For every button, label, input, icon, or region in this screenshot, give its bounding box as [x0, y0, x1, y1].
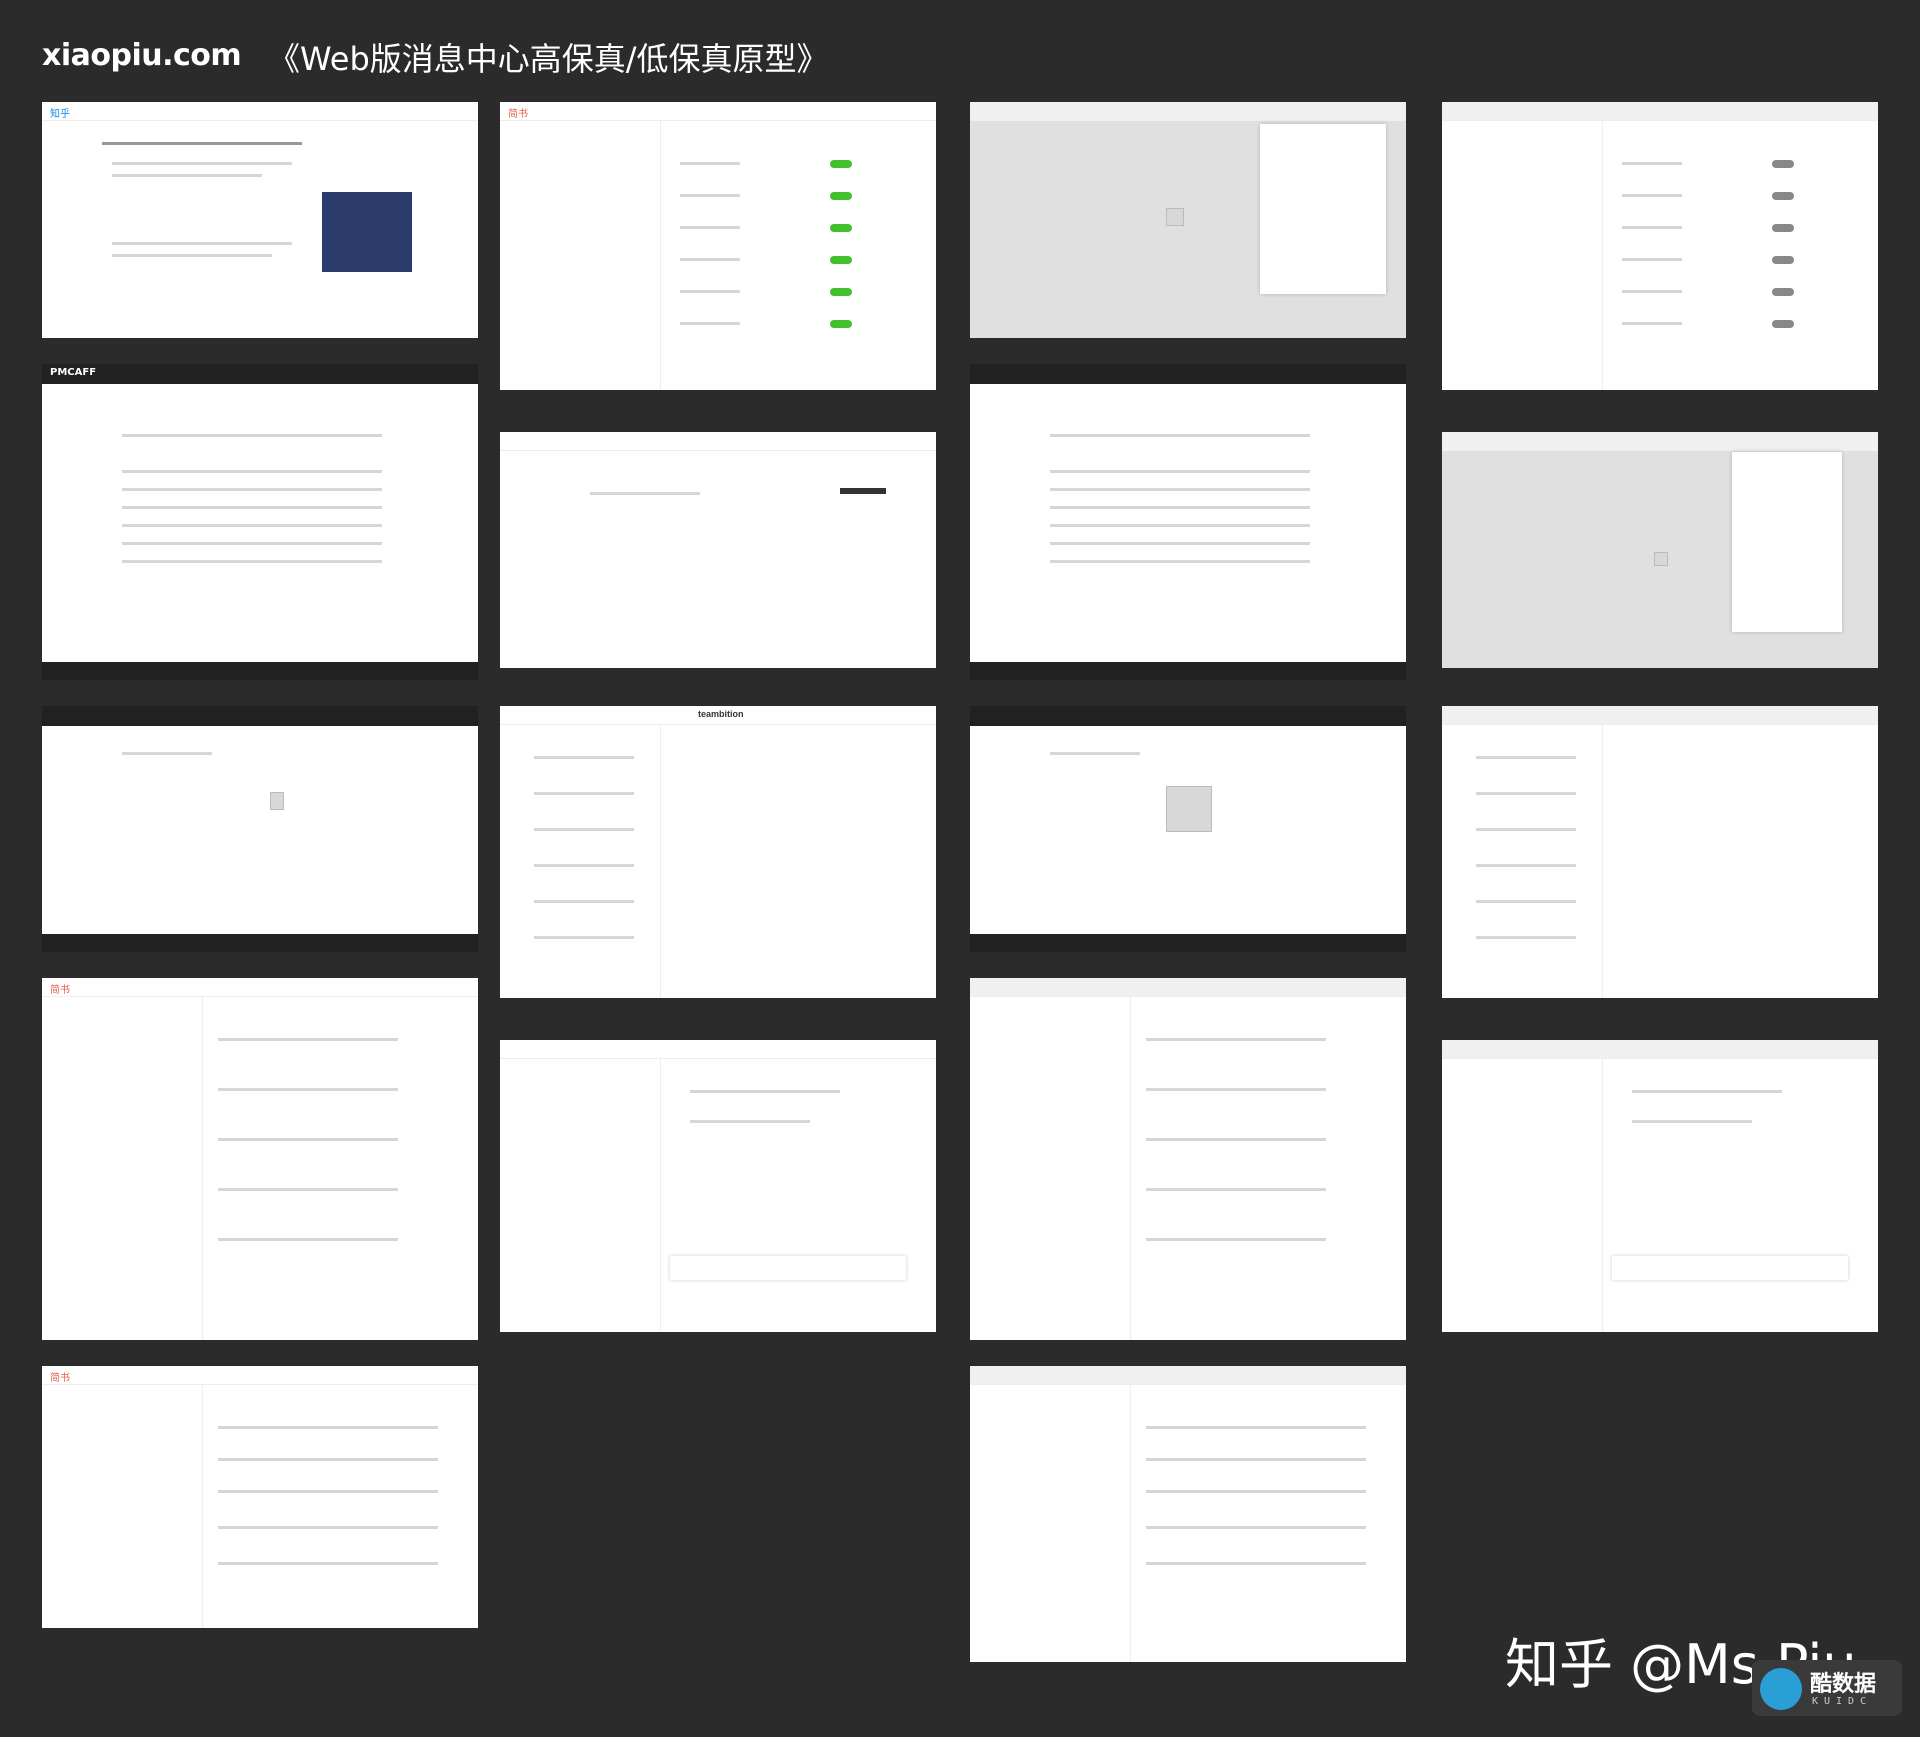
jianshu-logo: 简书 — [508, 109, 528, 120]
corner-badge-subtitle: KUIDC — [1812, 1696, 1873, 1707]
thumb-panel-hifi — [500, 432, 936, 668]
thumb-zhihu-lofi — [970, 102, 1406, 338]
thumb-teambition-detail-lofi — [1442, 1040, 1878, 1332]
thumb-jianshu-comments-lofi — [970, 978, 1406, 1340]
page-title: 《Web版消息中心高保真/低保真原型》 — [268, 40, 829, 78]
thumb-teambition-list-hifi: teambition — [500, 706, 936, 998]
thumb-teambition-list-lofi — [1442, 706, 1878, 998]
corner-badge-title: 酷数据 — [1810, 1672, 1877, 1697]
jianshu-logo: 简书 — [50, 1373, 70, 1384]
thumb-teambition-detail-hifi — [500, 1040, 936, 1332]
thumb-panel-lofi — [1442, 432, 1878, 668]
corner-badge: 酷数据 KUIDC — [1752, 1660, 1902, 1716]
brand-logo: xiaopiu.com — [42, 38, 242, 73]
thumb-jianshu-follow-lofi — [1442, 102, 1878, 390]
thumb-pmcaff-empty-lofi — [970, 706, 1406, 952]
thumb-pmcaff-list-hifi: PMCAFF — [42, 364, 478, 680]
thumb-pmcaff-list-lofi — [970, 364, 1406, 680]
thumb-jianshu-likes-lofi — [970, 1366, 1406, 1662]
jianshu-logo: 简书 — [50, 985, 70, 996]
thumb-jianshu-likes-hifi: 简书 — [42, 1366, 478, 1628]
zhihu-logo: 知乎 — [50, 109, 70, 120]
thumb-jianshu-comments-hifi: 简书 — [42, 978, 478, 1340]
thumb-pmcaff-empty-hifi — [42, 706, 478, 952]
pmcaff-logo: PMCAFF — [50, 367, 97, 378]
thumb-jianshu-follow-hifi: 简书 — [500, 102, 936, 390]
play-icon — [1760, 1668, 1802, 1710]
teambition-logo: teambition — [698, 709, 744, 719]
thumb-zhihu-hifi: 知乎 — [42, 102, 478, 338]
